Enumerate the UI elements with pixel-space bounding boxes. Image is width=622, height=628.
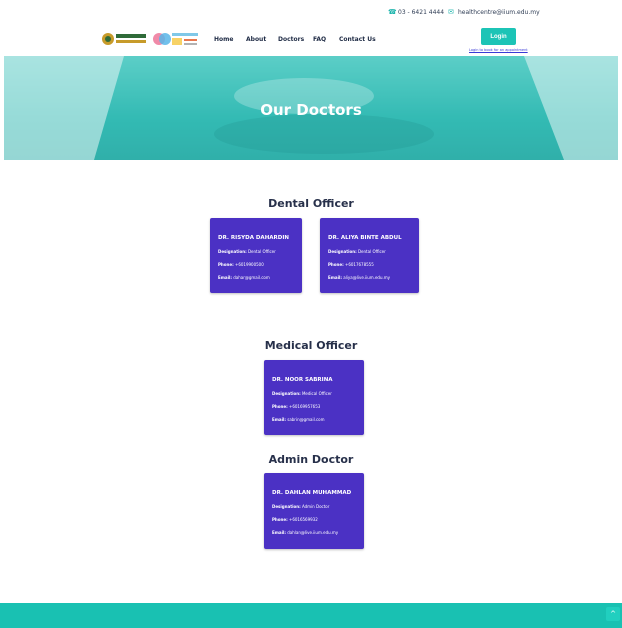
nav-contact-us[interactable]: Contact Us — [339, 36, 376, 43]
email-icon: ✉ — [448, 8, 454, 16]
nav-faq[interactable]: FAQ — [313, 36, 326, 43]
doctor-card[interactable]: DR. NOOR SABRINA Designation: Medical Of… — [264, 360, 364, 435]
university-logo[interactable] — [101, 31, 148, 47]
doctor-phone: Phone: +60169957653 — [272, 404, 321, 409]
nav-home[interactable]: Home — [214, 36, 233, 43]
doctor-name: DR. DAHLAN MUHAMMAD — [272, 490, 352, 496]
doctor-email: Email: dahar@gmail.com — [218, 275, 270, 280]
page-title: Our Doctors — [260, 101, 362, 119]
doctor-name: DR. ALIYA BINTE ABDUL — [328, 235, 402, 241]
section-title-medical: Medical Officer — [264, 339, 358, 352]
top-contact-bar: ☎ 03 - 6421 4444 ✉ healthcentre@iium.edu… — [0, 0, 622, 26]
login-note-link[interactable]: Login to book for an appointment — [469, 48, 528, 52]
partner-logo[interactable] — [171, 31, 199, 47]
doctor-card[interactable]: DR. DAHLAN MUHAMMAD Designation: Admin D… — [264, 473, 364, 549]
email-text: healthcentre@iium.edu.my — [458, 9, 540, 16]
doctor-designation: Designation: Dental Officer — [218, 249, 276, 254]
health-logo[interactable] — [151, 31, 173, 47]
doctor-designation: Designation: Admin Doctor — [272, 504, 330, 509]
doctor-email: Email: sabrin@gmail.com — [272, 417, 325, 422]
doctor-email: Email: dahlan@live.iium.edu.my — [272, 530, 339, 535]
doctor-phone: Phone: +6016569932 — [272, 517, 318, 522]
doctor-email: Email: aliya@live.iium.edu.my — [328, 275, 391, 280]
navbar: Home About Doctors FAQ Contact Us — [0, 26, 622, 56]
doctor-card[interactable]: DR. RISYDA DAHARDIN Designation: Dental … — [210, 218, 302, 293]
doctor-phone: Phone: +6017678555 — [328, 262, 374, 267]
phone-text: 03 - 6421 4444 — [398, 9, 445, 16]
doctor-card[interactable]: DR. ALIYA BINTE ABDUL Designation: Denta… — [320, 218, 419, 293]
section-title-dental: Dental Officer — [268, 197, 354, 210]
phone-icon: ☎ — [388, 8, 397, 16]
login-button[interactable]: Login — [481, 28, 516, 45]
scroll-to-top-button[interactable]: ^ — [606, 607, 620, 621]
footer — [0, 603, 622, 628]
nav-doctors[interactable]: Doctors — [278, 36, 304, 43]
chevron-up-icon: ^ — [610, 610, 616, 618]
section-title-admin: Admin Doctor — [268, 453, 354, 466]
doctor-designation: Designation: Medical Officer — [272, 391, 332, 396]
nav-about[interactable]: About — [246, 36, 266, 43]
contact-email[interactable]: ✉ healthcentre@iium.edu.my — [448, 8, 540, 17]
doctor-phone: Phone: +6019900500 — [218, 262, 264, 267]
doctor-name: DR. RISYDA DAHARDIN — [218, 235, 290, 241]
doctor-name: DR. NOOR SABRINA — [272, 377, 333, 383]
contact-phone[interactable]: ☎ 03 - 6421 4444 — [388, 8, 445, 17]
hero-banner: Our Doctors — [4, 56, 618, 160]
doctor-designation: Designation: Dental Officer — [328, 249, 386, 254]
